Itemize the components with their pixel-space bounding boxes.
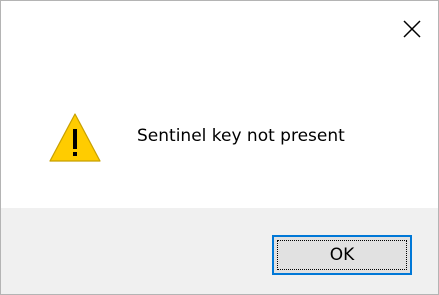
close-icon[interactable] (400, 17, 424, 41)
message-dialog: Sentinel key not present OK (0, 0, 439, 295)
warning-icon (49, 113, 101, 162)
dialog-message: Sentinel key not present (137, 126, 345, 146)
dialog-footer: OK (1, 208, 438, 294)
ok-button[interactable]: OK (272, 235, 412, 275)
close-button[interactable] (400, 17, 424, 41)
dialog-content: Sentinel key not present (1, 1, 438, 207)
ok-button-label: OK (329, 245, 355, 265)
